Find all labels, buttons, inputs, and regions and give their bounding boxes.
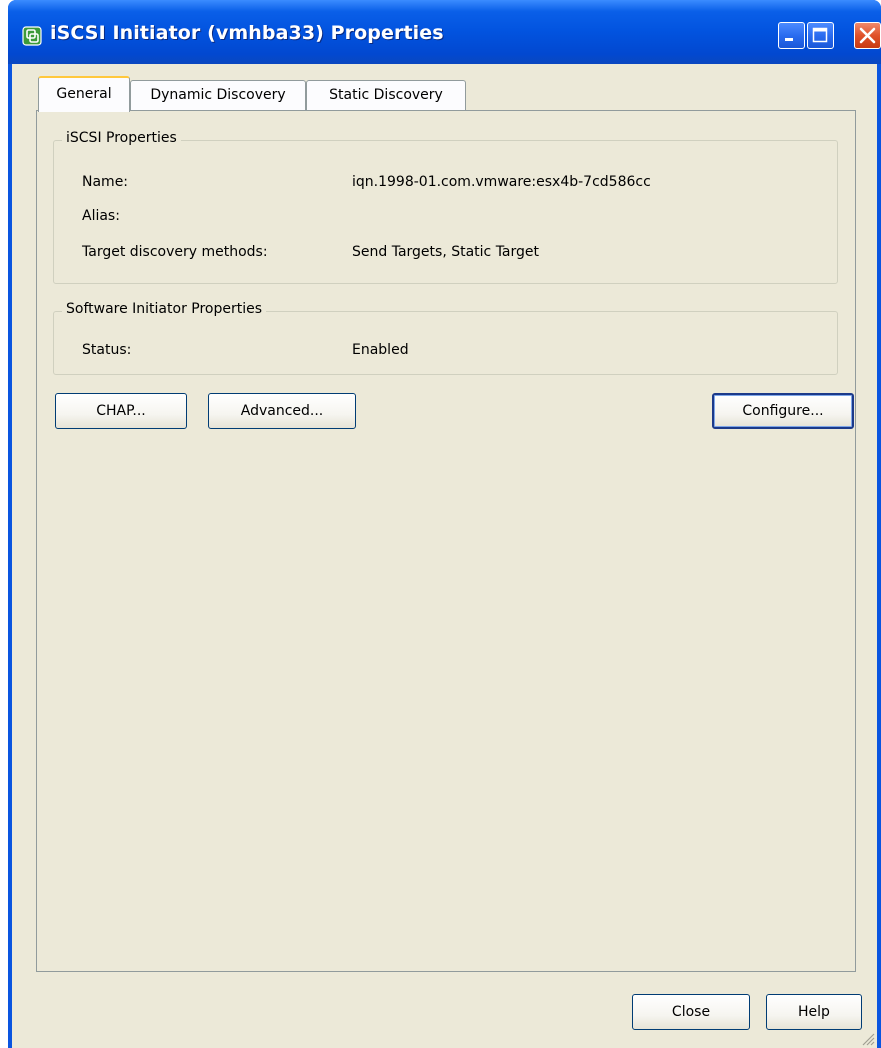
dialog-client-area: General Dynamic Discovery Static Discove… (12, 64, 877, 1048)
software-initiator-legend: Software Initiator Properties (62, 301, 267, 317)
status-value: Enabled (352, 342, 409, 358)
minimize-button[interactable] (778, 22, 805, 49)
name-value: iqn.1998-01.com.vmware:esx4b-7cd586cc (352, 174, 651, 190)
alias-label: Alias: (82, 208, 120, 224)
general-tab-panel: iSCSI Properties Name: iqn.1998-01.com.v… (36, 110, 856, 972)
dialog-window: iSCSI Initiator (vmhba33) Properties Gen… (8, 0, 881, 1048)
iscsi-properties-legend: iSCSI Properties (62, 130, 181, 146)
chap-button[interactable]: CHAP... (55, 393, 187, 429)
resize-grip-icon[interactable] (861, 1032, 875, 1046)
close-window-button[interactable] (854, 22, 881, 49)
help-button[interactable]: Help (766, 994, 862, 1030)
discovery-methods-label: Target discovery methods: (82, 244, 268, 260)
software-initiator-group: Software Initiator Properties Status: En… (53, 301, 838, 375)
maximize-icon (812, 27, 828, 43)
tab-static-discovery[interactable]: Static Discovery (306, 80, 466, 110)
maximize-button[interactable] (807, 22, 834, 49)
close-icon (859, 27, 876, 44)
minimize-icon (785, 38, 793, 41)
advanced-button[interactable]: Advanced... (208, 393, 356, 429)
tab-general[interactable]: General (38, 76, 130, 112)
name-label: Name: (82, 174, 129, 190)
status-label: Status: (82, 342, 132, 358)
close-button[interactable]: Close (632, 994, 750, 1030)
iscsi-properties-group: iSCSI Properties Name: iqn.1998-01.com.v… (53, 130, 838, 284)
configure-button[interactable]: Configure... (712, 393, 854, 429)
title-bar[interactable]: iSCSI Initiator (vmhba33) Properties (8, 0, 881, 64)
vmware-app-icon (22, 26, 42, 46)
window-title: iSCSI Initiator (vmhba33) Properties (50, 22, 444, 44)
tab-dynamic-discovery[interactable]: Dynamic Discovery (130, 80, 306, 110)
discovery-methods-value: Send Targets, Static Target (352, 244, 540, 260)
